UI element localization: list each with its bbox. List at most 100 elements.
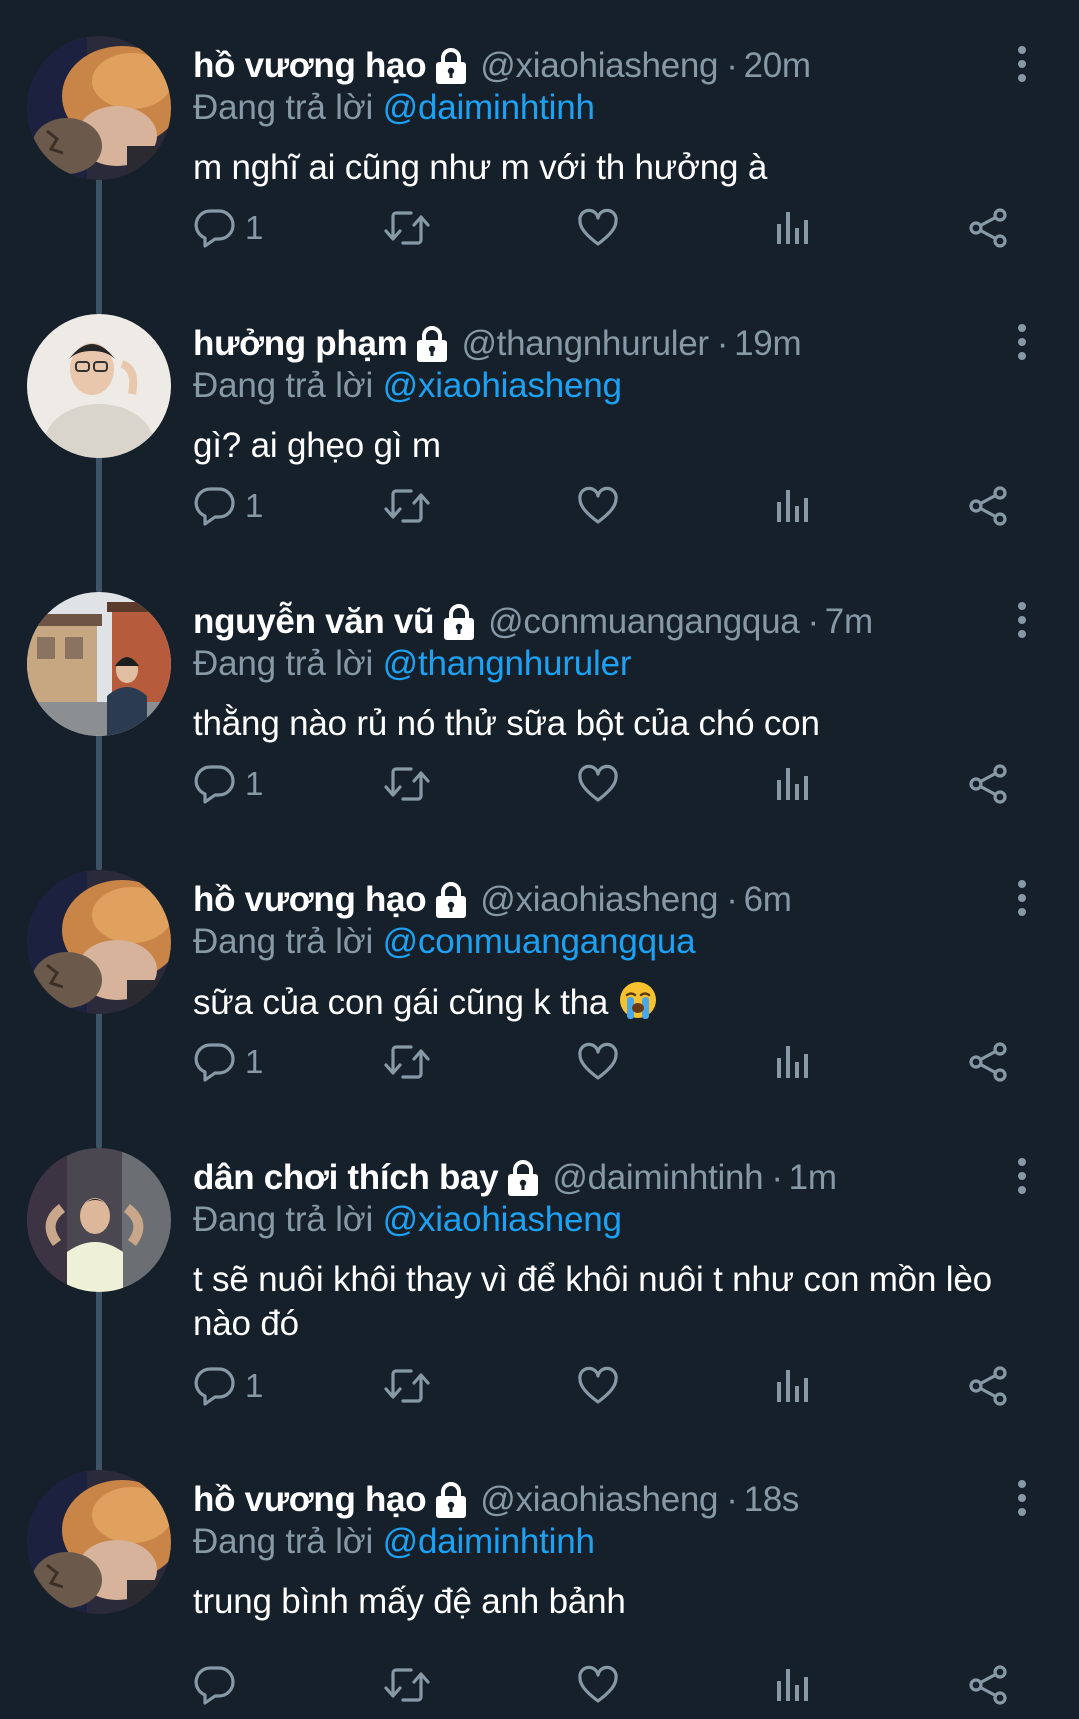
vertical-dots-icon[interactable] — [1012, 1156, 1032, 1196]
like-button[interactable] — [576, 1037, 620, 1087]
loudly-crying-face-icon — [619, 982, 656, 1019]
avatar[interactable] — [27, 314, 171, 458]
reply-button[interactable]: 1 — [193, 759, 263, 809]
separator-dot: · — [771, 1158, 783, 1197]
reply-count: 1 — [245, 209, 264, 246]
reply-button[interactable]: 1 — [193, 1361, 263, 1411]
retweet-button[interactable] — [383, 1361, 431, 1411]
mention-link[interactable]: @xiaohiasheng — [383, 1200, 622, 1239]
avatar[interactable] — [27, 870, 171, 1014]
mention-link[interactable]: @daiminhtinh — [383, 1522, 595, 1561]
display-name[interactable]: hưởng phạm — [193, 324, 408, 364]
bar-chart-icon — [771, 484, 815, 528]
avatar[interactable] — [27, 1148, 171, 1292]
share-button[interactable] — [967, 203, 1011, 253]
tweet-actions: 1 — [193, 203, 1053, 253]
reply-count: 1 — [245, 1367, 264, 1404]
reply-button[interactable]: 1 — [193, 481, 263, 531]
display-name[interactable]: hồ vương hạo — [193, 46, 427, 86]
vertical-dots-icon[interactable] — [1012, 600, 1032, 640]
like-button[interactable] — [576, 1361, 620, 1411]
like-button[interactable] — [576, 203, 620, 253]
tweet-text: t sẽ nuôi khôi thay vì để khôi nuôi t nh… — [193, 1260, 992, 1343]
reply-button[interactable]: 1 — [193, 1037, 263, 1087]
user-handle[interactable]: @xiaohiasheng — [480, 46, 718, 86]
user-handle[interactable]: @thangnhuruler — [461, 324, 709, 364]
vertical-dots-icon[interactable] — [1012, 878, 1032, 918]
like-button[interactable] — [576, 759, 620, 809]
retweet-button[interactable] — [383, 759, 431, 809]
display-name[interactable]: nguyễn văn vũ — [193, 602, 434, 642]
timestamp[interactable]: 7m — [825, 602, 873, 642]
retweet-icon — [383, 1663, 431, 1707]
vertical-dots-icon[interactable] — [1012, 1478, 1032, 1518]
mention-link[interactable]: @conmuangangqua — [383, 922, 696, 961]
analytics-button[interactable] — [771, 1361, 815, 1411]
retweet-button[interactable] — [383, 203, 431, 253]
display-name[interactable]: hồ vương hạo — [193, 880, 427, 920]
share-button[interactable] — [967, 759, 1011, 809]
vertical-dots-icon[interactable] — [1012, 44, 1032, 84]
analytics-button[interactable] — [771, 481, 815, 531]
speech-bubble-icon — [193, 206, 237, 250]
share-icon — [967, 484, 1011, 528]
replying-to-label: Đang trả lời — [193, 922, 374, 961]
retweet-button[interactable] — [383, 1660, 431, 1710]
lock-icon — [434, 47, 468, 85]
reply-button[interactable] — [193, 1660, 245, 1710]
mention-link[interactable]: @thangnhuruler — [383, 644, 632, 683]
retweet-icon — [383, 1364, 431, 1408]
tweet-actions: 1 — [193, 1037, 1053, 1087]
avatar[interactable] — [27, 36, 171, 180]
reply-count: 1 — [245, 765, 264, 802]
share-button[interactable] — [967, 1660, 1011, 1710]
user-handle[interactable]: @xiaohiasheng — [480, 1480, 718, 1520]
bar-chart-icon — [771, 762, 815, 806]
tweet-actions: 1 — [193, 759, 1053, 809]
tweet-actions: 1 — [193, 1361, 1053, 1411]
mention-link[interactable]: @daiminhtinh — [383, 88, 595, 127]
share-button[interactable] — [967, 481, 1011, 531]
like-button[interactable] — [576, 1660, 620, 1710]
timestamp[interactable]: 18s — [744, 1480, 800, 1520]
bar-chart-icon — [771, 1364, 815, 1408]
tweet-actions — [193, 1660, 1053, 1710]
share-button[interactable] — [967, 1037, 1011, 1087]
heart-icon — [576, 484, 620, 528]
avatar[interactable] — [27, 592, 171, 736]
timestamp[interactable]: 19m — [734, 324, 801, 364]
lock-icon — [434, 881, 468, 919]
tweet-header: nguyễn văn vũ @conmuangangqua · 7m — [193, 600, 873, 644]
vertical-dots-icon[interactable] — [1012, 322, 1032, 362]
analytics-button[interactable] — [771, 1660, 815, 1710]
replying-to: Đang trả lời @thangnhuruler — [193, 644, 632, 684]
thread-connector-line — [96, 1282, 102, 1477]
display-name[interactable]: dân chơi thích bay — [193, 1158, 499, 1198]
tweet-header: hưởng phạm @thangnhuruler · 19m — [193, 322, 802, 366]
user-handle[interactable]: @xiaohiasheng — [480, 880, 718, 920]
user-handle[interactable]: @conmuangangqua — [488, 602, 800, 642]
separator-dot: · — [726, 1480, 738, 1519]
replying-to: Đang trả lời @xiaohiasheng — [193, 366, 622, 406]
user-handle[interactable]: @daiminhtinh — [552, 1158, 763, 1198]
thread-connector-line — [96, 1004, 102, 1149]
analytics-button[interactable] — [771, 759, 815, 809]
avatar[interactable] — [27, 1470, 171, 1614]
lock-icon — [415, 325, 449, 363]
tweet-text: sữa của con gái cũng k tha — [193, 980, 1043, 1025]
display-name[interactable]: hồ vương hạo — [193, 1480, 427, 1520]
replying-to-label: Đang trả lời — [193, 366, 374, 405]
timestamp[interactable]: 6m — [744, 880, 792, 920]
tweet-actions: 1 — [193, 481, 1053, 531]
like-button[interactable] — [576, 481, 620, 531]
analytics-button[interactable] — [771, 1037, 815, 1087]
retweet-button[interactable] — [383, 1037, 431, 1087]
analytics-button[interactable] — [771, 203, 815, 253]
tweet-text: trung bình mấy đệ anh bảnh — [193, 1582, 626, 1621]
reply-button[interactable]: 1 — [193, 203, 263, 253]
share-button[interactable] — [967, 1361, 1011, 1411]
retweet-button[interactable] — [383, 481, 431, 531]
timestamp[interactable]: 1m — [789, 1158, 837, 1198]
timestamp[interactable]: 20m — [744, 46, 811, 86]
mention-link[interactable]: @xiaohiasheng — [383, 366, 622, 405]
